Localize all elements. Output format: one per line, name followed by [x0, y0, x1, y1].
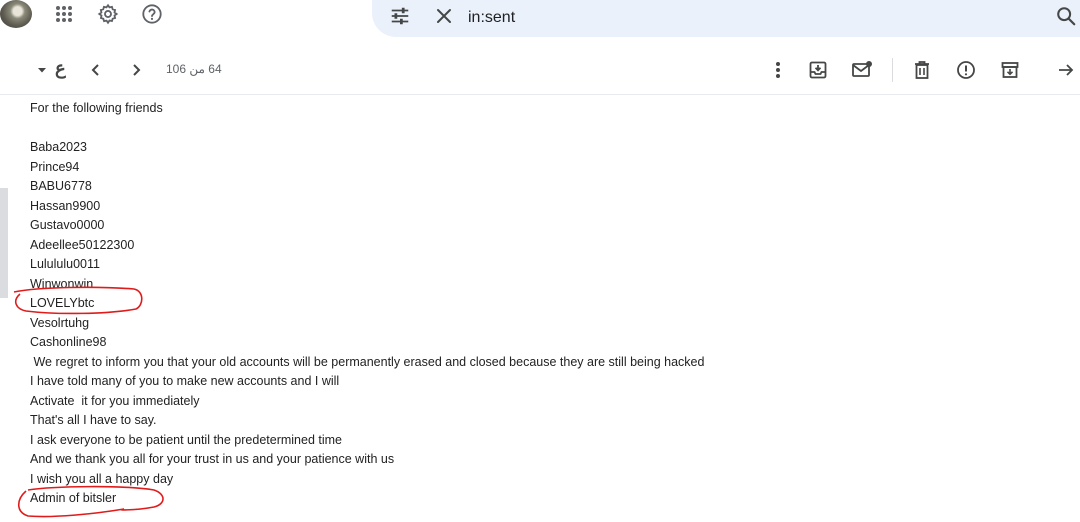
email-body-line: That's all I have to say. [30, 413, 157, 427]
more-vert-icon[interactable] [766, 58, 790, 82]
email-body-line: Vesolrtuhg [30, 315, 90, 330]
email-body-line: Cashonline98 [30, 335, 107, 349]
caret-down-icon[interactable] [30, 58, 54, 82]
move-to-inbox-icon[interactable] [806, 58, 830, 82]
search-input[interactable]: in:sent [468, 9, 515, 27]
email-body-line: And we thank you all for your trust in u… [30, 452, 395, 466]
email-body-line: Hassan9900 [30, 198, 101, 213]
close-icon[interactable] [430, 2, 458, 30]
report-spam-icon[interactable] [954, 58, 978, 82]
arrow-right-icon[interactable] [1054, 58, 1078, 82]
search-bar[interactable]: in:sent [372, 0, 1080, 37]
email-body-line: We regret to inform you that your old ac… [30, 354, 705, 369]
email-body-line: LOVELYbtc [30, 296, 95, 310]
email-body-line: Admin of bitsler [30, 491, 117, 505]
search-icon[interactable] [1052, 2, 1080, 30]
email-body-line: I ask everyone to be patient until the p… [30, 432, 342, 447]
email-body-line: I wish you all a happy day [30, 471, 174, 486]
email-body-line: Lulululu0011 [30, 257, 100, 271]
message-toolbar: ع 64 من 106 [0, 46, 1080, 95]
chevron-left-icon[interactable] [84, 58, 108, 82]
chevron-right-icon[interactable] [124, 58, 148, 82]
scrollbar[interactable] [0, 188, 8, 298]
email-body-line: BABU6778 [30, 179, 92, 193]
email-body-line: Baba2023 [30, 140, 88, 154]
email-body-line: Activate it for you immediately [30, 393, 200, 408]
help-icon[interactable] [140, 2, 164, 26]
tune-icon[interactable] [386, 2, 414, 30]
apps-grid-icon[interactable] [52, 2, 76, 26]
toolbar-divider [892, 58, 893, 82]
top-bar: in:sent [0, 0, 1080, 44]
email-body-line [30, 119, 1070, 139]
email-body: For the following friends Baba2023 Prince9… [30, 99, 1070, 509]
email-body-line: Prince94 [30, 159, 80, 174]
email-body-line: For the following friends [30, 101, 163, 115]
email-body-line: Gustavo0000 [30, 218, 105, 232]
gear-icon[interactable] [96, 2, 120, 26]
pager-count: 64 من 106 [166, 62, 222, 76]
email-body-line: Adeellee50122300 [30, 237, 135, 252]
archive-icon[interactable] [998, 58, 1022, 82]
select-button[interactable]: ع [55, 58, 66, 79]
avatar[interactable] [0, 0, 32, 28]
email-body-line: I have told many of you to make new acco… [30, 374, 340, 388]
mark-unread-icon[interactable] [850, 58, 874, 82]
email-body-line: Winwonwin [30, 276, 94, 291]
trash-icon[interactable] [910, 58, 934, 82]
